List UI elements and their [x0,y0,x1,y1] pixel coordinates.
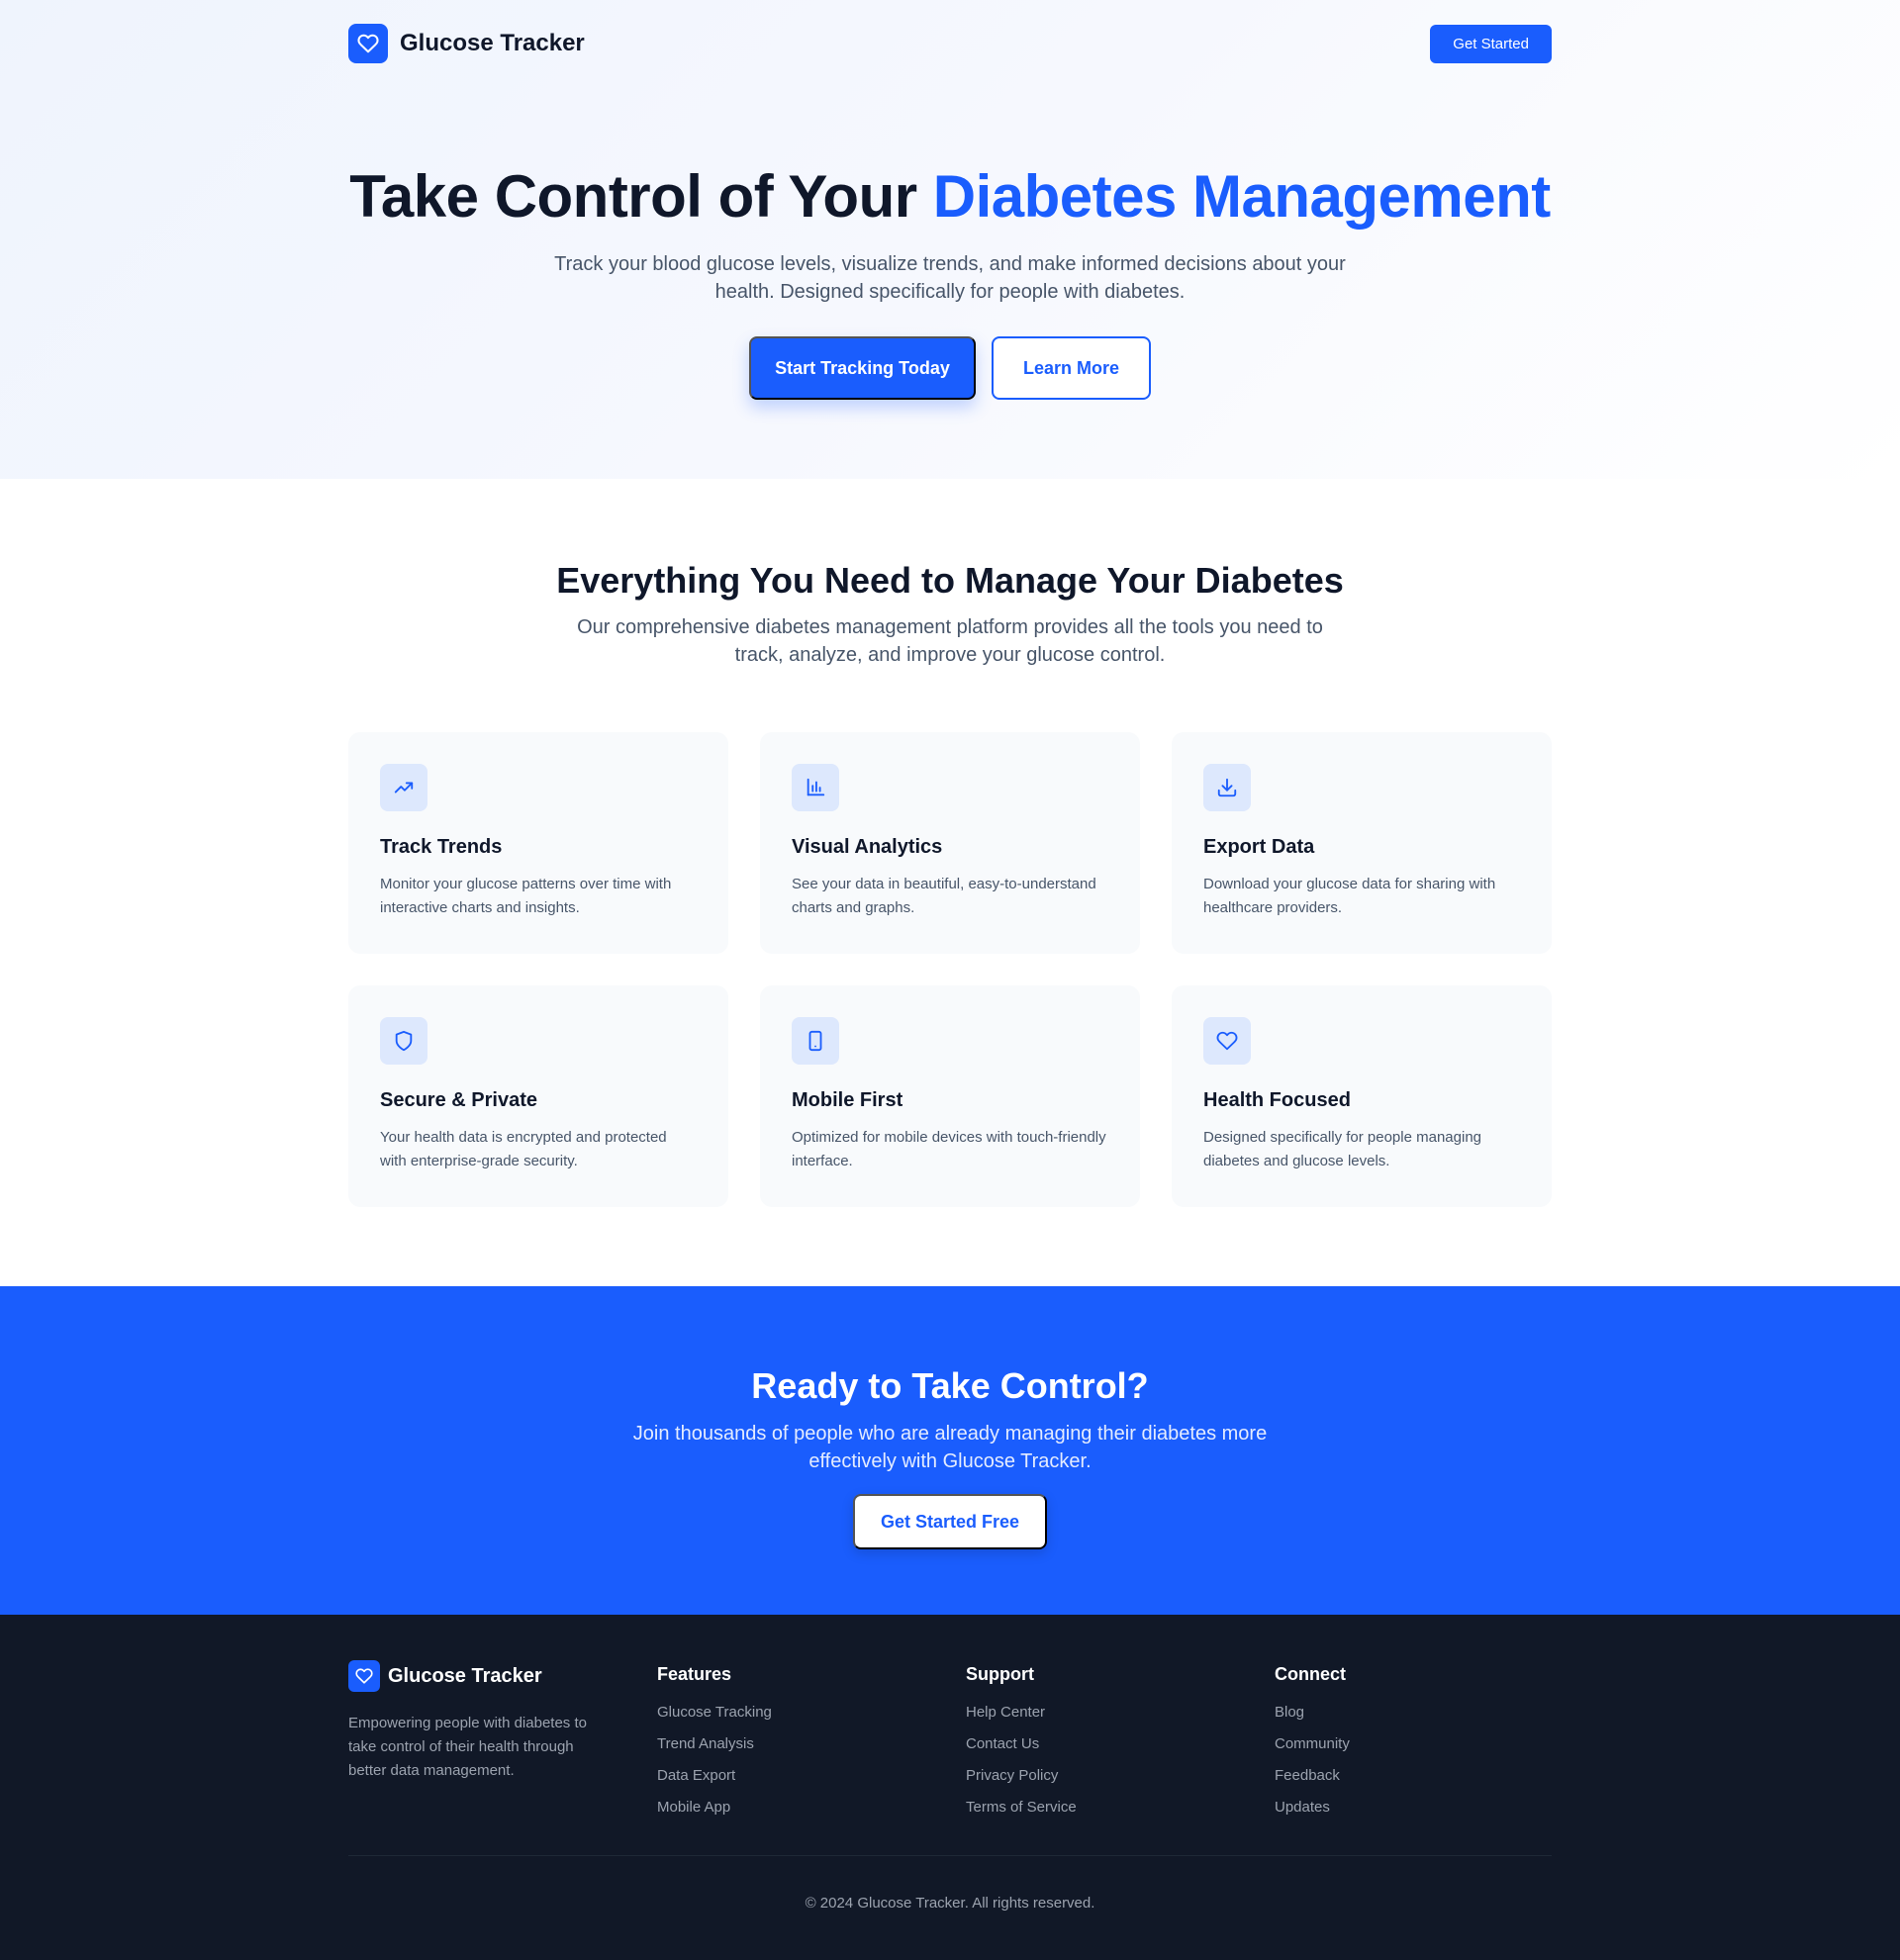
hero-section: Glucose Tracker Get Started Take Control… [0,0,1900,479]
footer-brand-column: Glucose Tracker Empowering people with d… [348,1660,657,1827]
cta-title: Ready to Take Control? [751,1365,1149,1406]
start-tracking-button[interactable]: Start Tracking Today [749,336,976,400]
footer-description: Empowering people with diabetes to take … [348,1715,587,1779]
hero-title-main: Take Control of Your [349,163,933,230]
footer-columns: Glucose Tracker Empowering people with d… [348,1660,1552,1827]
feature-card-desc: Optimized for mobile devices with touch-… [792,1129,1106,1169]
brand-name: Glucose Tracker [400,30,585,56]
footer-heading: Connect [1275,1664,1346,1684]
feature-card-health-focused: Health Focused Designed specifically for… [1172,985,1552,1207]
features-section: Everything You Need to Manage Your Diabe… [0,479,1900,1286]
footer-link-trend-analysis[interactable]: Trend Analysis [657,1732,966,1756]
footer-link-contact-us[interactable]: Contact Us [966,1732,1275,1756]
download-icon [1203,764,1251,811]
feature-card-title: Health Focused [1203,1089,1351,1111]
footer-heading: Features [657,1664,732,1684]
heart-icon [1203,1017,1251,1065]
hero-subtitle: Track your blood glucose levels, visuali… [554,253,1346,303]
footer-link-terms-of-service[interactable]: Terms of Service [966,1796,1275,1820]
footer-link-data-export[interactable]: Data Export [657,1764,966,1788]
feature-card-desc: Designed specifically for people managin… [1203,1129,1482,1169]
feature-card-title: Mobile First [792,1089,903,1111]
footer-divider [348,1855,1552,1856]
hero-actions: Start Tracking Today Learn More [0,336,1900,400]
footer-link-help-center[interactable]: Help Center [966,1701,1275,1725]
footer-link-feedback[interactable]: Feedback [1275,1764,1583,1788]
bar-chart-icon [792,764,839,811]
feature-card-desc: Monitor your glucose patterns over time … [380,876,672,916]
feature-card-title: Secure & Private [380,1089,537,1111]
heart-logo-icon [348,24,388,63]
footer-brand-name: Glucose Tracker [388,1664,542,1687]
footer-copyright: © 2024 Glucose Tracker. All rights reser… [805,1895,1095,1912]
footer-column-connect: Connect Blog Community Feedback Updates [1275,1660,1583,1827]
footer-link-glucose-tracking[interactable]: Glucose Tracking [657,1701,966,1725]
footer-link-list: Blog Community Feedback Updates [1275,1701,1583,1820]
feature-card-desc: Your health data is encrypted and protec… [380,1129,667,1169]
trending-up-icon [380,764,428,811]
feature-card-visual-analytics: Visual Analytics See your data in beauti… [760,732,1140,954]
footer-column-features: Features Glucose Tracking Trend Analysis… [657,1660,966,1827]
feature-card-desc: See your data in beautiful, easy-to-unde… [792,876,1096,916]
feature-card-mobile-first: Mobile First Optimized for mobile device… [760,985,1140,1207]
footer-brand[interactable]: Glucose Tracker [348,1660,657,1692]
brand[interactable]: Glucose Tracker [348,24,585,63]
feature-card-secure-private: Secure & Private Your health data is enc… [348,985,728,1207]
get-started-button[interactable]: Get Started [1430,24,1552,63]
feature-card-desc: Download your glucose data for sharing w… [1203,876,1496,916]
feature-card-title: Track Trends [380,836,503,858]
feature-card-title: Visual Analytics [792,836,943,858]
footer-link-list: Help Center Contact Us Privacy Policy Te… [966,1701,1275,1820]
cta-section: Ready to Take Control? Join thousands of… [0,1286,1900,1615]
footer-heading: Support [966,1664,1034,1684]
get-started-free-button[interactable]: Get Started Free [853,1494,1047,1549]
feature-card-title: Export Data [1203,836,1315,858]
feature-card-export-data: Export Data Download your glucose data f… [1172,732,1552,954]
footer-link-mobile-app[interactable]: Mobile App [657,1796,966,1820]
features-title: Everything You Need to Manage Your Diabe… [556,560,1344,601]
smartphone-icon [792,1017,839,1065]
cta-subtitle: Join thousands of people who are already… [632,1423,1268,1472]
hero-title-accent: Diabetes Management [932,163,1552,230]
learn-more-button[interactable]: Learn More [992,336,1151,400]
footer-link-privacy-policy[interactable]: Privacy Policy [966,1764,1275,1788]
hero-title: Take Control of Your Diabetes Management [0,162,1900,231]
footer-link-community[interactable]: Community [1275,1732,1583,1756]
footer-column-support: Support Help Center Contact Us Privacy P… [966,1660,1275,1827]
feature-card-track-trends: Track Trends Monitor your glucose patter… [348,732,728,954]
footer-link-updates[interactable]: Updates [1275,1796,1583,1820]
shield-icon [380,1017,428,1065]
heart-logo-icon [348,1660,380,1692]
footer-link-list: Glucose Tracking Trend Analysis Data Exp… [657,1701,966,1820]
top-nav: Glucose Tracker Get Started [348,24,1552,63]
features-subtitle: Our comprehensive diabetes management pl… [577,616,1323,666]
feature-grid: Track Trends Monitor your glucose patter… [348,732,1552,1207]
footer: Glucose Tracker Empowering people with d… [0,1615,1900,1960]
footer-link-blog[interactable]: Blog [1275,1701,1583,1725]
